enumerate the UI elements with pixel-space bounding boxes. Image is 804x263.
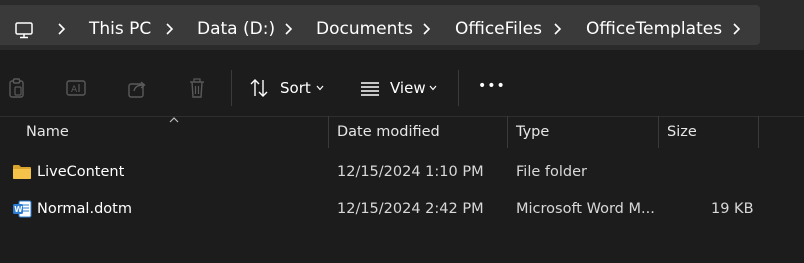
- word-document-icon: W: [13, 200, 32, 218]
- file-type: Microsoft Word M...: [516, 201, 655, 217]
- column-header-name[interactable]: Name: [26, 123, 69, 141]
- toolbar-separator: [458, 70, 459, 106]
- column-divider[interactable]: [658, 116, 659, 148]
- folder-icon: [13, 165, 31, 179]
- column-divider[interactable]: [507, 116, 508, 148]
- chevron-right-icon[interactable]: [283, 22, 295, 36]
- chevron-right-icon[interactable]: [56, 22, 68, 36]
- column-headers: Name Date modified Type Size: [0, 116, 804, 148]
- breadcrumb-item-documents[interactable]: Documents: [316, 17, 413, 41]
- chevron-right-icon[interactable]: [164, 22, 176, 36]
- command-bar: A Sort View •••: [0, 50, 804, 117]
- toolbar-separator: [231, 70, 232, 106]
- address-bar: This PC Data (D:) Documents OfficeFiles …: [0, 0, 804, 50]
- sort-ascending-icon: [169, 117, 179, 123]
- file-row[interactable]: W Normal.dotm 12/15/2024 2:42 PM Microso…: [0, 191, 804, 227]
- svg-text:W: W: [14, 205, 23, 214]
- share-icon[interactable]: [126, 77, 148, 99]
- column-divider[interactable]: [758, 116, 759, 148]
- more-options-button[interactable]: •••: [478, 76, 506, 96]
- chevron-down-icon[interactable]: [316, 85, 324, 91]
- breadcrumb-item-data-drive[interactable]: Data (D:): [197, 17, 275, 41]
- chevron-right-icon[interactable]: [421, 22, 433, 36]
- svg-text:A: A: [71, 85, 78, 95]
- view-icon[interactable]: [359, 77, 381, 99]
- chevron-down-icon[interactable]: [429, 85, 437, 91]
- file-name[interactable]: Normal.dotm: [37, 200, 132, 218]
- file-row[interactable]: LiveContent 12/15/2024 1:10 PM File fold…: [0, 154, 804, 190]
- rename-icon[interactable]: A: [65, 77, 87, 99]
- paste-icon[interactable]: [6, 77, 28, 99]
- view-button[interactable]: View: [390, 78, 426, 98]
- file-name[interactable]: LiveContent: [37, 163, 124, 181]
- file-date-modified: 12/15/2024 2:42 PM: [337, 201, 484, 217]
- file-date-modified: 12/15/2024 1:10 PM: [337, 164, 484, 180]
- column-header-date-modified[interactable]: Date modified: [337, 123, 440, 141]
- column-header-size[interactable]: Size: [667, 123, 697, 141]
- chevron-right-icon[interactable]: [552, 22, 564, 36]
- breadcrumb-item-officetemplates[interactable]: OfficeTemplates: [586, 17, 722, 41]
- file-size: 19 KB: [711, 201, 754, 217]
- column-divider[interactable]: [328, 116, 329, 148]
- breadcrumb-item-officefiles[interactable]: OfficeFiles: [455, 17, 542, 41]
- delete-icon[interactable]: [186, 77, 208, 99]
- breadcrumb[interactable]: This PC Data (D:) Documents OfficeFiles …: [0, 5, 760, 45]
- this-pc-icon[interactable]: [14, 20, 34, 40]
- sort-button[interactable]: Sort: [280, 78, 311, 98]
- file-type: File folder: [516, 164, 587, 180]
- breadcrumb-item-this-pc[interactable]: This PC: [89, 17, 151, 41]
- sort-icon[interactable]: [248, 77, 270, 99]
- chevron-right-icon[interactable]: [731, 22, 743, 36]
- column-header-type[interactable]: Type: [516, 123, 549, 141]
